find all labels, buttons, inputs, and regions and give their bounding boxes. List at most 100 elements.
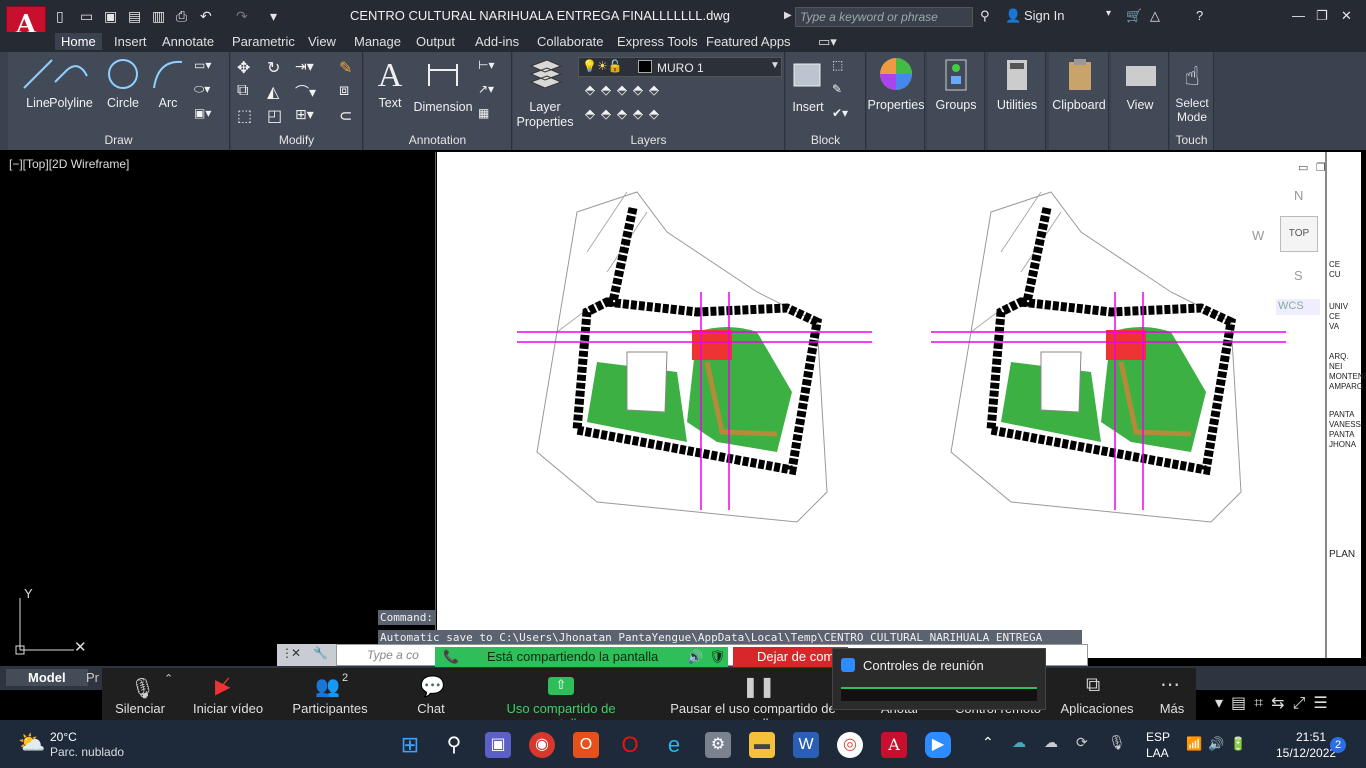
participants-icon[interactable]: 👥	[315, 674, 340, 699]
viewcube-top-face[interactable]: TOP	[1280, 216, 1318, 252]
text-tool[interactable]: A Text	[370, 56, 410, 111]
pause-icon[interactable]: ❚❚	[742, 674, 776, 699]
rectangle-icon[interactable]: ▭▾	[194, 58, 211, 72]
microphone-tray-icon[interactable]: 🎙	[1108, 734, 1126, 751]
panel-modify-title[interactable]: Modify	[231, 133, 362, 147]
apps-icon[interactable]: ⧉	[1086, 674, 1100, 697]
microphone-icon[interactable]: 🎙	[130, 676, 155, 701]
save-as-icon[interactable]: ▤	[128, 8, 141, 25]
chrome-icon[interactable]: ◎	[837, 732, 863, 758]
speaker-icon[interactable]: 🔊	[687, 649, 703, 665]
region-icon[interactable]: ▣▾	[194, 106, 211, 120]
offset-icon[interactable]: ⊂	[339, 106, 352, 126]
windows-start-icon[interactable]: ⊞	[397, 732, 423, 758]
notification-badge[interactable]: 2	[1330, 737, 1346, 753]
clock-time[interactable]: 21:51	[1296, 730, 1326, 744]
layer-tools-row2[interactable]: ⬘⬘⬘⬘⬘	[585, 106, 665, 122]
open-icon[interactable]: ▭	[80, 8, 93, 25]
a360-icon[interactable]: △	[1150, 8, 1160, 24]
opera-icon[interactable]: O	[617, 732, 643, 758]
erase-icon[interactable]: ✎	[339, 58, 352, 78]
leader-icon[interactable]: ↗▾	[478, 82, 494, 96]
table-icon[interactable]: ▦	[478, 106, 489, 120]
layer-properties-tool[interactable]: Layer Properties	[515, 56, 575, 130]
move-icon[interactable]: ✥	[237, 58, 250, 78]
layer-tools-row1[interactable]: ⬘⬘⬘⬘⬘	[585, 82, 665, 98]
minimize-icon[interactable]: —	[1292, 8, 1305, 23]
panel-annotation-title[interactable]: Annotation	[364, 133, 511, 147]
office-icon[interactable]: O	[573, 732, 599, 758]
search-input[interactable]: Type a keyword or phrase	[795, 7, 973, 27]
wifi-volume-battery-icons[interactable]: 📶🔊🔋	[1186, 736, 1253, 752]
panel-draw-title[interactable]: Draw	[8, 133, 229, 147]
arc-tool[interactable]: Arc	[150, 56, 186, 111]
tab-express-tools[interactable]: Express Tools	[611, 33, 704, 50]
autocad-icon[interactable]: A	[881, 732, 907, 758]
circle-tool[interactable]: Circle	[102, 56, 144, 111]
chevron-down-icon[interactable]: ▾	[1106, 8, 1111, 19]
save-icon[interactable]: ▣	[104, 8, 117, 25]
onedrive-icon[interactable]: ☁	[1012, 734, 1026, 751]
array-icon[interactable]: ⊞▾	[295, 106, 314, 123]
tab-manage[interactable]: Manage	[348, 33, 407, 50]
tab-featured-apps[interactable]: Featured Apps	[700, 33, 797, 50]
search-icon[interactable]: ⚲	[441, 732, 467, 758]
binoculars-icon[interactable]: ⚲	[980, 8, 990, 24]
edge-icon[interactable]: e	[661, 732, 687, 758]
tab-home[interactable]: Home	[55, 33, 102, 50]
teams-icon[interactable]: ▣	[485, 732, 511, 758]
insert-tool[interactable]: Insert	[788, 56, 828, 115]
weather-desc[interactable]: Parc. nublado	[50, 745, 124, 759]
copy-icon[interactable]: ⧉	[237, 82, 248, 100]
word-icon[interactable]: W	[793, 732, 819, 758]
view-tool[interactable]: View	[1111, 56, 1169, 113]
stop-share-button[interactable]: Dejar de com	[733, 647, 848, 667]
viewcube-west[interactable]: W	[1252, 228, 1264, 243]
close-icon[interactable]: ✕	[291, 646, 301, 660]
utilities-tool[interactable]: Utilities	[988, 56, 1046, 113]
sync-icon[interactable]: ⟳	[1076, 734, 1088, 751]
tab-insert[interactable]: Insert	[108, 33, 153, 50]
panel-layers-title[interactable]: Layers	[513, 133, 784, 147]
more-icon[interactable]: ⋯	[1160, 672, 1180, 697]
polyline-tool[interactable]: Polyline	[48, 56, 94, 111]
tab-model[interactable]: Model	[6, 669, 88, 686]
tab-output[interactable]: Output	[410, 33, 461, 50]
zoom-icon[interactable]: ▶	[925, 732, 951, 758]
mirror-icon[interactable]: ◭	[267, 82, 279, 102]
viewport-minimize-icon[interactable]: ▭	[1298, 161, 1308, 174]
file-explorer-icon[interactable]: ▬	[749, 732, 775, 758]
wcs-menu[interactable]: WCS	[1276, 299, 1320, 315]
create-block-icon[interactable]: ⬚	[832, 58, 843, 72]
chevron-up-icon[interactable]: ⌃	[164, 672, 173, 685]
undo-icon[interactable]: ↶	[200, 8, 212, 25]
sign-in-button[interactable]: Sign In	[1024, 8, 1064, 23]
properties-tool[interactable]: Properties	[867, 56, 925, 113]
maximize-icon[interactable]: ❐	[1316, 8, 1328, 24]
share-screen-icon[interactable]: ⇧	[548, 677, 574, 695]
language-layout[interactable]: LAA	[1146, 746, 1169, 760]
cloud-icon[interactable]: ☁	[1044, 734, 1058, 751]
mute-button[interactable]: Silenciar	[108, 701, 172, 716]
wrench-icon[interactable]: 🔧	[313, 646, 328, 660]
chat-icon[interactable]: 💬	[420, 674, 445, 699]
more-button[interactable]: Más	[1158, 701, 1186, 716]
new-icon[interactable]: ▯	[56, 8, 64, 25]
print-icon[interactable]: ⎙	[176, 8, 187, 25]
weather-icon[interactable]: ⛅	[18, 730, 45, 756]
publish-icon[interactable]: ▥	[152, 8, 165, 25]
viewcube-north[interactable]: N	[1294, 188, 1303, 203]
stretch-icon[interactable]: ⬚	[237, 106, 252, 126]
tab-annotate[interactable]: Annotate	[156, 33, 220, 50]
viewport-controls[interactable]: [−][Top][2D Wireframe]	[9, 157, 129, 171]
hatch-icon[interactable]: ⬭▾	[194, 82, 210, 97]
apps-button[interactable]: Aplicaciones	[1060, 701, 1134, 716]
workspace-icon[interactable]: ▭▾	[812, 33, 843, 51]
fillet-icon[interactable]: ⌒▾	[295, 82, 316, 102]
chevron-right-icon[interactable]: ▶	[784, 10, 792, 21]
tab-view[interactable]: View	[302, 33, 342, 50]
panel-block-title[interactable]: Block	[786, 133, 865, 147]
utility-icon[interactable]: ⚙	[705, 732, 731, 758]
attribute-icon[interactable]: ✔▾	[832, 106, 848, 120]
app-icon-red[interactable]: ◉	[529, 732, 555, 758]
